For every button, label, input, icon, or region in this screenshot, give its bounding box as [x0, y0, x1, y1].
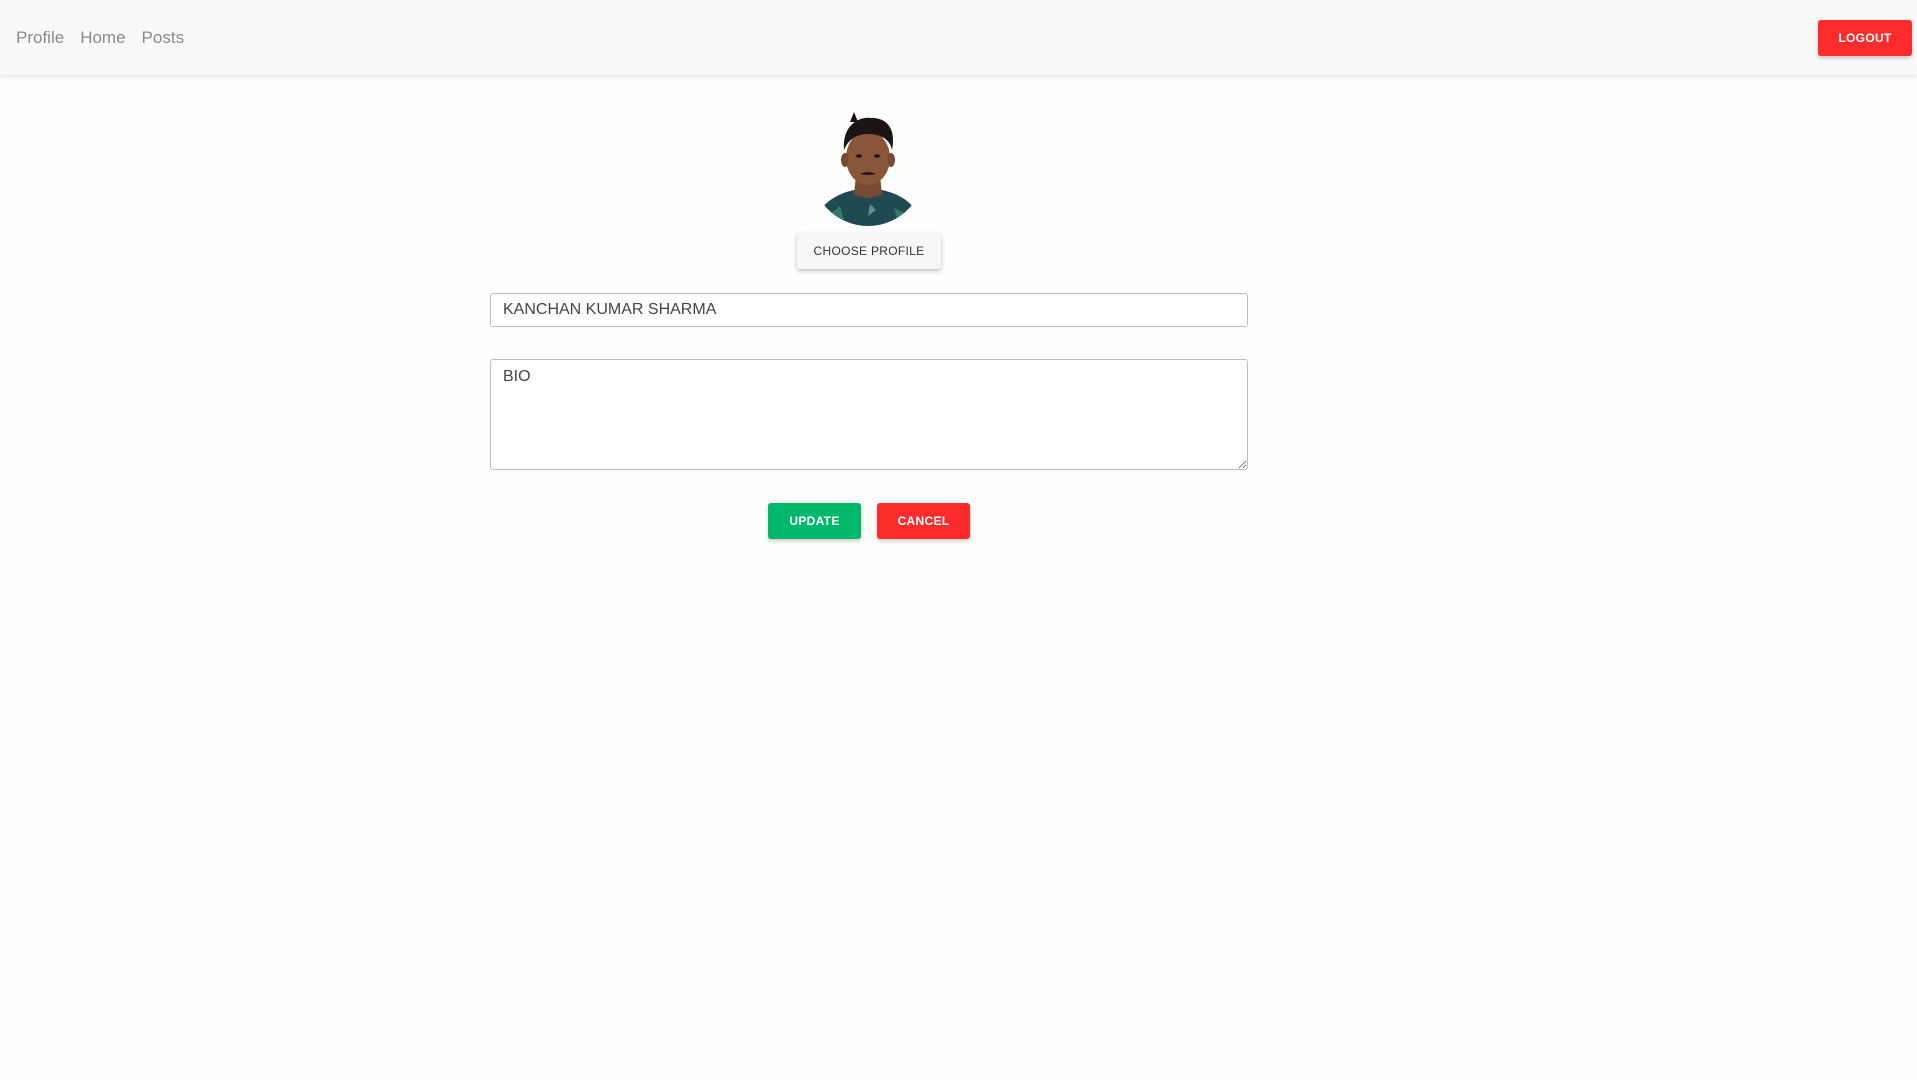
bio-textarea[interactable] — [490, 359, 1248, 470]
cancel-button[interactable]: CANCEL — [877, 503, 970, 539]
nav-link-home[interactable]: Home — [80, 28, 125, 48]
name-input[interactable] — [490, 293, 1248, 327]
profile-photo-image — [814, 112, 922, 226]
top-navbar: Profile Home Posts LOGOUT — [0, 0, 1917, 75]
profile-avatar — [810, 106, 926, 226]
nav-links: Profile Home Posts — [16, 0, 184, 75]
logout-button[interactable]: LOGOUT — [1818, 20, 1912, 56]
choose-profile-button[interactable]: CHOOSE PROFILE — [797, 233, 941, 269]
update-button[interactable]: UPDATE — [768, 503, 861, 539]
nav-link-posts[interactable]: Posts — [142, 28, 185, 48]
nav-link-profile[interactable]: Profile — [16, 28, 64, 48]
